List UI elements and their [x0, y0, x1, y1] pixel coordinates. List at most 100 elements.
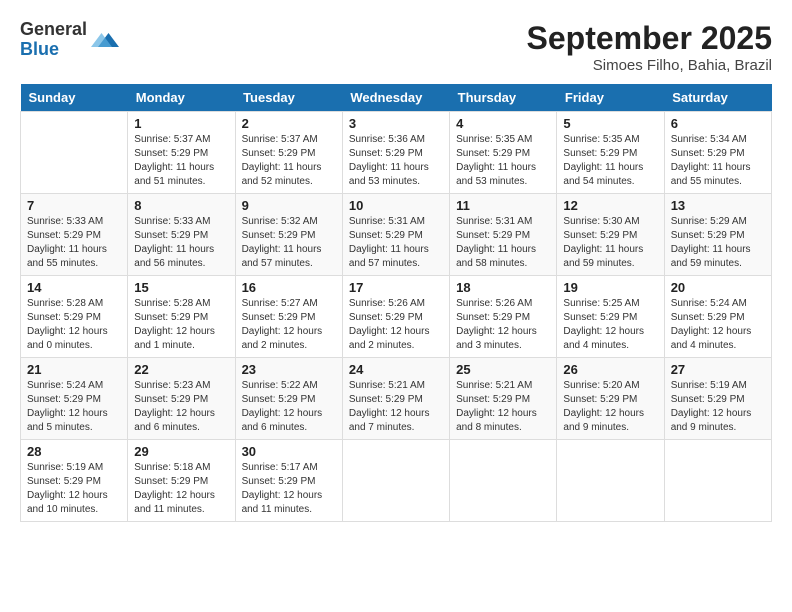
logo: General Blue [20, 20, 119, 60]
day-number: 26 [563, 362, 657, 377]
month-title: September 2025 [527, 20, 772, 57]
day-info: Sunrise: 5:26 AM Sunset: 5:29 PM Dayligh… [349, 297, 443, 353]
day-info: Sunrise: 5:28 AM Sunset: 5:29 PM Dayligh… [134, 297, 228, 353]
day-number: 10 [349, 198, 443, 213]
day-number: 28 [27, 444, 121, 459]
calendar-cell: 26 Sunrise: 5:20 AM Sunset: 5:29 PM Dayli… [557, 358, 664, 440]
day-info: Sunrise: 5:30 AM Sunset: 5:29 PM Dayligh… [563, 215, 657, 271]
calendar-cell: 5Sunrise: 5:35 AM Sunset: 5:29 PM Daylig… [557, 112, 664, 194]
day-number: 9 [242, 198, 336, 213]
calendar-cell: 1 Sunrise: 5:37 AM Sunset: 5:29 PM Daylig… [128, 112, 235, 194]
day-info: Sunrise: 5:37 AM Sunset: 5:29 PM Dayligh… [134, 133, 228, 189]
calendar-cell: 27Sunrise: 5:19 AM Sunset: 5:29 PM Dayli… [664, 358, 771, 440]
calendar-cell: 19 Sunrise: 5:25 AM Sunset: 5:29 PM Dayli… [557, 276, 664, 358]
day-info: Sunrise: 5:28 AM Sunset: 5:29 PM Dayligh… [27, 297, 121, 353]
day-info: Sunrise: 5:22 AM Sunset: 5:29 PM Dayligh… [242, 379, 336, 435]
calendar-week-1: 1 Sunrise: 5:37 AM Sunset: 5:29 PM Daylig… [21, 112, 772, 194]
calendar-cell: 7 Sunrise: 5:33 AM Sunset: 5:29 PM Daylig… [21, 194, 128, 276]
calendar-cell: 11 Sunrise: 5:31 AM Sunset: 5:29 PM Dayli… [450, 194, 557, 276]
day-info: Sunrise: 5:24 AM Sunset: 5:29 PM Dayligh… [671, 297, 765, 353]
day-info: Sunrise: 5:34 AM Sunset: 5:29 PM Dayligh… [671, 133, 765, 189]
header-sunday: Sunday [21, 84, 128, 112]
day-number: 20 [671, 280, 765, 295]
day-number: 6 [671, 116, 765, 131]
calendar-cell: 20 Sunrise: 5:24 AM Sunset: 5:29 PM Dayli… [664, 276, 771, 358]
calendar-cell: 15 Sunrise: 5:28 AM Sunset: 5:29 PM Dayli… [128, 276, 235, 358]
calendar-cell: 25Sunrise: 5:21 AM Sunset: 5:29 PM Dayli… [450, 358, 557, 440]
day-info: Sunrise: 5:21 AM Sunset: 5:29 PM Dayligh… [456, 379, 550, 435]
logo-blue: Blue [20, 40, 87, 60]
calendar-week-5: 28 Sunrise: 5:19 AM Sunset: 5:29 PM Dayli… [21, 440, 772, 522]
header-friday: Friday [557, 84, 664, 112]
calendar-week-3: 14 Sunrise: 5:28 AM Sunset: 5:29 PM Dayli… [21, 276, 772, 358]
subtitle: Simoes Filho, Bahia, Brazil [527, 57, 772, 74]
calendar-cell [557, 440, 664, 522]
day-info: Sunrise: 5:26 AM Sunset: 5:29 PM Dayligh… [456, 297, 550, 353]
day-number: 21 [27, 362, 121, 377]
calendar-table: SundayMondayTuesdayWednesdayThursdayFrid… [20, 84, 772, 522]
calendar-cell: 16 Sunrise: 5:27 AM Sunset: 5:29 PM Dayli… [235, 276, 342, 358]
calendar-cell: 21 Sunrise: 5:24 AM Sunset: 5:29 PM Dayli… [21, 358, 128, 440]
day-info: Sunrise: 5:17 AM Sunset: 5:29 PM Dayligh… [242, 461, 336, 517]
day-number: 2 [242, 116, 336, 131]
day-info: Sunrise: 5:37 AM Sunset: 5:29 PM Dayligh… [242, 133, 336, 189]
calendar-cell: 29Sunrise: 5:18 AM Sunset: 5:29 PM Dayli… [128, 440, 235, 522]
day-number: 18 [456, 280, 550, 295]
day-info: Sunrise: 5:27 AM Sunset: 5:29 PM Dayligh… [242, 297, 336, 353]
day-info: Sunrise: 5:29 AM Sunset: 5:29 PM Dayligh… [671, 215, 765, 271]
day-info: Sunrise: 5:24 AM Sunset: 5:29 PM Dayligh… [27, 379, 121, 435]
day-number: 22 [134, 362, 228, 377]
day-info: Sunrise: 5:31 AM Sunset: 5:29 PM Dayligh… [456, 215, 550, 271]
day-number: 1 [134, 116, 228, 131]
day-number: 16 [242, 280, 336, 295]
calendar-cell: 6 Sunrise: 5:34 AM Sunset: 5:29 PM Daylig… [664, 112, 771, 194]
day-number: 8 [134, 198, 228, 213]
calendar-cell [21, 112, 128, 194]
header-tuesday: Tuesday [235, 84, 342, 112]
calendar-cell: 22Sunrise: 5:23 AM Sunset: 5:29 PM Dayli… [128, 358, 235, 440]
day-number: 17 [349, 280, 443, 295]
header-thursday: Thursday [450, 84, 557, 112]
day-info: Sunrise: 5:25 AM Sunset: 5:29 PM Dayligh… [563, 297, 657, 353]
day-number: 12 [563, 198, 657, 213]
day-number: 13 [671, 198, 765, 213]
day-number: 14 [27, 280, 121, 295]
calendar-cell: 14 Sunrise: 5:28 AM Sunset: 5:29 PM Dayli… [21, 276, 128, 358]
logo-general: General [20, 20, 87, 40]
calendar-cell: 9 Sunrise: 5:32 AM Sunset: 5:29 PM Daylig… [235, 194, 342, 276]
day-info: Sunrise: 5:33 AM Sunset: 5:29 PM Dayligh… [27, 215, 121, 271]
logo-icon [91, 26, 119, 54]
day-info: Sunrise: 5:35 AM Sunset: 5:29 PM Dayligh… [456, 133, 550, 189]
day-number: 5 [563, 116, 657, 131]
title-block: September 2025 Simoes Filho, Bahia, Braz… [527, 20, 772, 74]
day-number: 29 [134, 444, 228, 459]
day-number: 30 [242, 444, 336, 459]
calendar-cell: 30 Sunrise: 5:17 AM Sunset: 5:29 PM Dayli… [235, 440, 342, 522]
calendar-cell: 4Sunrise: 5:35 AM Sunset: 5:29 PM Daylig… [450, 112, 557, 194]
day-info: Sunrise: 5:20 AM Sunset: 5:29 PM Dayligh… [563, 379, 657, 435]
day-number: 24 [349, 362, 443, 377]
day-info: Sunrise: 5:36 AM Sunset: 5:29 PM Dayligh… [349, 133, 443, 189]
day-info: Sunrise: 5:19 AM Sunset: 5:29 PM Dayligh… [27, 461, 121, 517]
calendar-week-2: 7 Sunrise: 5:33 AM Sunset: 5:29 PM Daylig… [21, 194, 772, 276]
day-number: 23 [242, 362, 336, 377]
calendar-week-4: 21 Sunrise: 5:24 AM Sunset: 5:29 PM Dayli… [21, 358, 772, 440]
day-number: 3 [349, 116, 443, 131]
calendar-cell [664, 440, 771, 522]
day-number: 11 [456, 198, 550, 213]
day-info: Sunrise: 5:21 AM Sunset: 5:29 PM Dayligh… [349, 379, 443, 435]
calendar-cell: 17 Sunrise: 5:26 AM Sunset: 5:29 PM Dayli… [342, 276, 449, 358]
day-number: 19 [563, 280, 657, 295]
day-number: 15 [134, 280, 228, 295]
calendar-cell: 8 Sunrise: 5:33 AM Sunset: 5:29 PM Daylig… [128, 194, 235, 276]
day-info: Sunrise: 5:19 AM Sunset: 5:29 PM Dayligh… [671, 379, 765, 435]
header-monday: Monday [128, 84, 235, 112]
calendar-cell: 23 Sunrise: 5:22 AM Sunset: 5:29 PM Dayli… [235, 358, 342, 440]
calendar-cell: 2 Sunrise: 5:37 AM Sunset: 5:29 PM Daylig… [235, 112, 342, 194]
day-info: Sunrise: 5:32 AM Sunset: 5:29 PM Dayligh… [242, 215, 336, 271]
calendar-cell: 13 Sunrise: 5:29 AM Sunset: 5:29 PM Dayli… [664, 194, 771, 276]
day-number: 7 [27, 198, 121, 213]
calendar-cell: 28 Sunrise: 5:19 AM Sunset: 5:29 PM Dayli… [21, 440, 128, 522]
day-info: Sunrise: 5:33 AM Sunset: 5:29 PM Dayligh… [134, 215, 228, 271]
calendar-cell [450, 440, 557, 522]
